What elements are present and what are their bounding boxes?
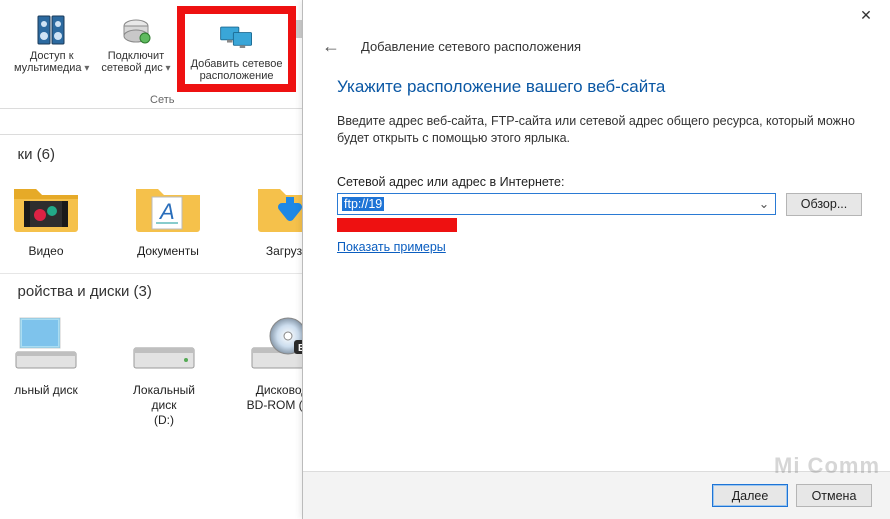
speakers-icon [32,10,72,50]
address-field-label: Сетевой адрес или адрес в Интернете: [337,175,862,189]
folder-item-documents[interactable]: A Документы [124,175,212,259]
dialog-description: Введите адрес веб-сайта, FTP-сайта или с… [337,113,862,147]
ribbon-label: Добавить сетевоерасположение [191,58,283,82]
add-network-location-dialog: ✕ ← Добавление сетевого расположения Ука… [302,0,890,519]
video-folder-icon [10,175,82,238]
next-button[interactable]: Далее [712,484,788,507]
item-label: Видео [28,244,63,259]
ribbon-label: Доступ кмультимедиа [14,50,89,74]
hard-drive-icon [128,312,200,377]
windows-drive-icon [10,312,82,377]
cancel-button[interactable]: Отмена [796,484,872,507]
address-value: ftp://19 [342,197,384,211]
highlighted-ribbon-item: Добавить сетевоерасположение [177,6,297,92]
network-drive-icon [116,10,156,50]
item-label: льный диск [14,383,78,398]
dropdown-icon[interactable]: ⌄ [755,194,773,214]
network-address-input[interactable]: ftp://19 ⌄ [337,193,776,215]
ribbon-btn-multimedia[interactable]: Доступ кмультимедиа [8,6,95,92]
item-label: Документы [137,244,199,259]
drive-item-local-c[interactable]: льный диск [2,312,90,428]
svg-text:A: A [158,199,175,224]
drive-item-local-d[interactable]: Локальный диск(D:) [120,312,208,428]
folder-item-video[interactable]: Видео [2,175,90,259]
ribbon-btn-add-network-location[interactable]: Добавить сетевоерасположение [185,14,289,84]
browse-button[interactable]: Обзор... [786,193,862,216]
monitors-icon [217,18,257,58]
back-button[interactable]: ← [319,36,343,57]
dialog-titlebar: ✕ [303,0,890,30]
ribbon-group-label: Сеть [150,94,174,106]
documents-folder-icon: A [132,175,204,238]
dialog-heading: Укажите расположение вашего веб-сайта [337,77,862,97]
item-label: Локальный диск(D:) [120,383,208,428]
show-examples-link[interactable]: Показать примеры [337,240,446,254]
redacted-strip [337,218,457,232]
ribbon-label: Подключитсетевой дис [101,50,170,74]
dialog-footer: Далее Отмена [303,471,890,519]
ribbon-btn-connect-drive[interactable]: Подключитсетевой дис [95,6,176,92]
dialog-breadcrumb: Добавление сетевого расположения [361,39,581,54]
close-button[interactable]: ✕ [844,1,888,29]
